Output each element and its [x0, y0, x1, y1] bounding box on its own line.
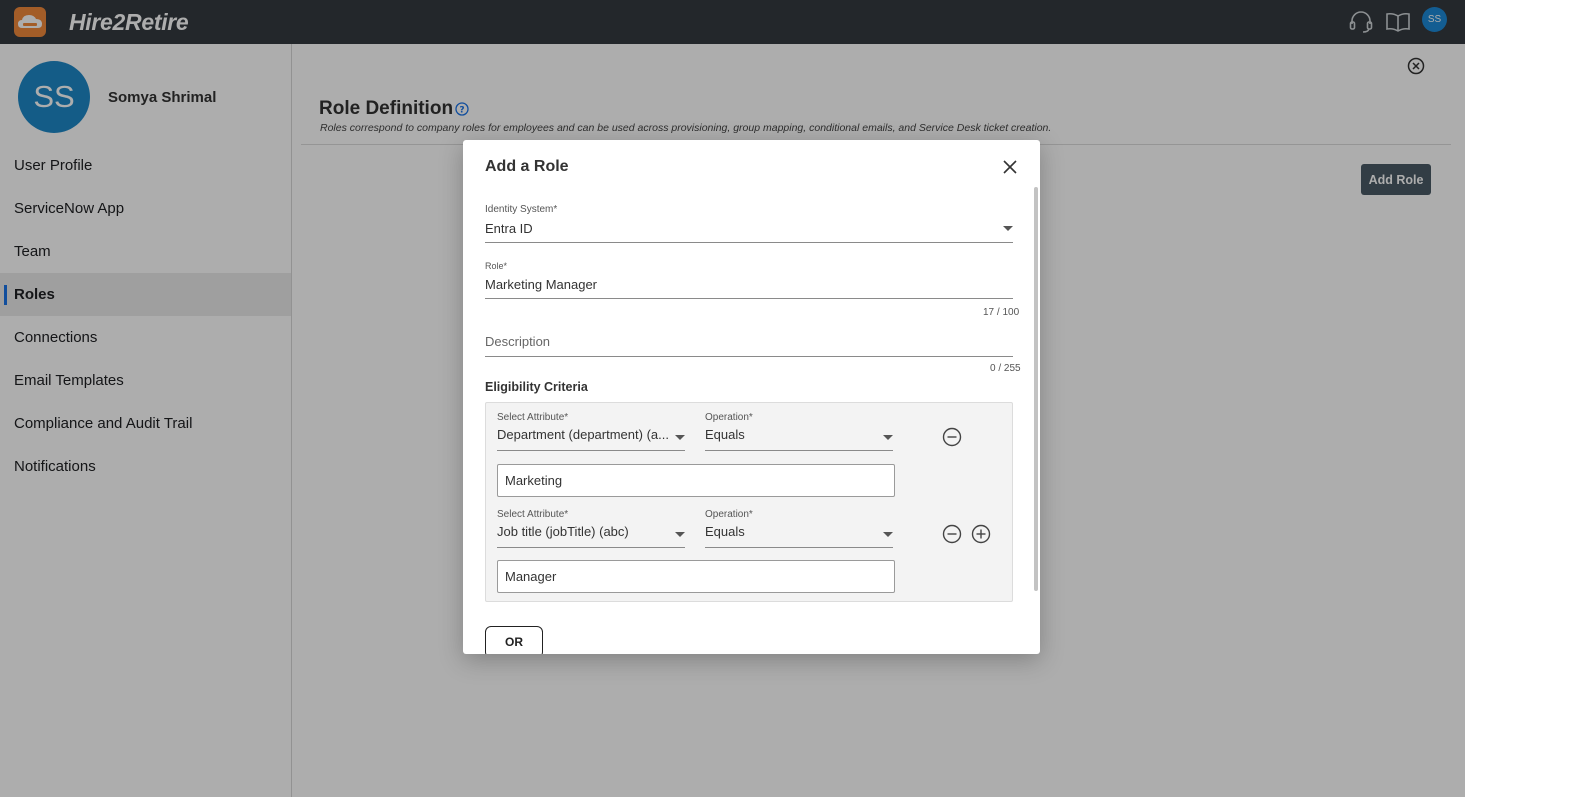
operation-label: Operation* — [705, 412, 753, 423]
identity-system-value: Entra ID — [485, 221, 533, 236]
select-attribute-dropdown[interactable]: Select Attribute* Department (department… — [497, 412, 685, 452]
description-field[interactable]: Description — [485, 334, 1013, 358]
remove-criterion-icon[interactable] — [942, 524, 962, 544]
role-label: Role* — [485, 261, 508, 271]
attribute-value: Department (department) (a... — [497, 427, 669, 442]
eligibility-criteria-title: Eligibility Criteria — [485, 380, 588, 394]
role-field[interactable]: Role* Marketing Manager — [485, 261, 1013, 301]
role-char-counter: 17 / 100 — [983, 307, 1020, 318]
add-role-dialog: Add a Role Identity System* Entra ID Rol… — [463, 140, 1040, 654]
chevron-down-icon — [1003, 226, 1013, 231]
or-button[interactable]: OR — [485, 626, 543, 654]
chevron-down-icon — [883, 532, 893, 537]
operation-value: Equals — [705, 427, 745, 442]
operation-dropdown[interactable]: Operation* Equals — [705, 509, 895, 549]
role-value: Marketing Manager — [485, 277, 597, 292]
description-placeholder: Description — [485, 334, 551, 349]
operation-dropdown[interactable]: Operation* Equals — [705, 412, 895, 452]
add-criterion-icon[interactable] — [971, 524, 991, 544]
criterion-value-input[interactable]: Manager — [497, 560, 895, 593]
remove-criterion-icon[interactable] — [942, 427, 962, 447]
criterion-value-input[interactable]: Marketing — [497, 464, 895, 497]
description-char-counter: 0 / 255 — [990, 363, 1021, 374]
dialog-title: Add a Role — [485, 158, 569, 175]
identity-system-select[interactable]: Identity System* Entra ID — [485, 204, 1013, 244]
attribute-value: Job title (jobTitle) (abc) — [497, 524, 629, 539]
attribute-label: Select Attribute* — [497, 509, 569, 520]
close-icon[interactable] — [1002, 159, 1018, 175]
dialog-scrollbar[interactable] — [1034, 187, 1038, 591]
operation-label: Operation* — [705, 509, 753, 520]
select-attribute-dropdown[interactable]: Select Attribute* Job title (jobTitle) (… — [497, 509, 685, 549]
attribute-label: Select Attribute* — [497, 412, 569, 423]
criteria-group: Select Attribute* Department (department… — [485, 402, 1013, 602]
operation-value: Equals — [705, 524, 745, 539]
chevron-down-icon — [675, 532, 685, 537]
identity-system-label: Identity System* — [485, 204, 558, 215]
chevron-down-icon — [883, 435, 893, 440]
chevron-down-icon — [675, 435, 685, 440]
